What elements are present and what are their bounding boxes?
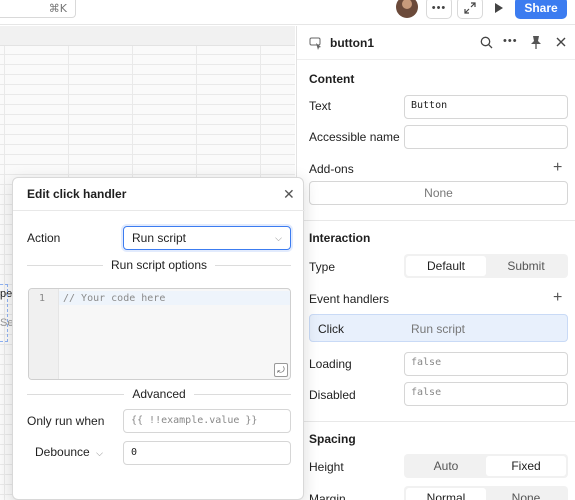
modal-close-icon[interactable]: ✕ (283, 186, 295, 203)
margin-label: Margin (309, 492, 346, 500)
advanced-heading: Advanced (27, 387, 291, 401)
margin-option-none[interactable]: None (486, 488, 566, 500)
addons-label: Add-ons (309, 162, 354, 176)
avatar[interactable] (396, 0, 418, 18)
margin-option-normal[interactable]: Normal (406, 488, 486, 500)
spacing-section-title: Spacing (309, 432, 356, 446)
top-bar: ⌘K ••• Share (0, 0, 575, 25)
chevron-down-icon: ⌵ (96, 448, 103, 458)
content-section-title: Content (309, 72, 355, 86)
debounce-label[interactable]: Debounce ⌵ (35, 445, 103, 459)
height-segmented-control: Auto Fixed (404, 454, 568, 478)
component-name[interactable]: button1 (330, 36, 374, 50)
edit-click-handler-modal: Edit click handler ✕ Action Run script ⌵… (12, 177, 305, 500)
modal-title: Edit click handler (27, 187, 127, 201)
preview-button[interactable] (488, 0, 510, 19)
close-icon[interactable] (556, 37, 566, 47)
type-option-submit[interactable]: Submit (486, 256, 566, 276)
inspector-header: button1 ••• (297, 26, 575, 60)
accessible-name-label: Accessible name (309, 130, 400, 144)
expand-button[interactable] (457, 0, 483, 19)
share-button[interactable]: Share (515, 0, 567, 19)
advanced-text: Advanced (132, 387, 186, 401)
section-divider (297, 421, 575, 422)
type-label: Type (309, 260, 336, 274)
code-editor[interactable]: 1 // Your code here ⤾ (28, 288, 291, 380)
height-option-auto[interactable]: Auto (406, 456, 486, 476)
expand-icon (464, 2, 476, 14)
run-script-options-text: Run script options (110, 258, 208, 272)
interaction-section-title: Interaction (309, 231, 371, 245)
play-icon (495, 3, 503, 13)
more-dots-icon: ••• (431, 2, 447, 14)
disabled-input[interactable]: false (404, 382, 568, 406)
type-segmented-control: Default Submit (404, 254, 568, 278)
event-handler-event: Click (318, 322, 344, 336)
editor-code[interactable]: // Your code here (63, 293, 165, 304)
margin-segmented-control: Normal None (404, 486, 568, 500)
addons-none-box[interactable]: None (309, 181, 568, 205)
only-run-when-label: Only run when (27, 414, 105, 428)
component-cursor-icon (309, 37, 321, 50)
text-label: Text (309, 99, 332, 113)
selection-outline (0, 284, 8, 342)
search-icon[interactable] (480, 36, 493, 49)
accessible-name-input[interactable] (404, 125, 568, 149)
action-select[interactable]: Run script ⌵ (123, 226, 291, 250)
editor-line-number: 1 (39, 293, 46, 304)
action-select-value: Run script (132, 231, 187, 245)
add-addon-plus-icon[interactable]: + (553, 160, 562, 176)
only-run-when-input[interactable]: {{ !!example.value }} (123, 409, 291, 433)
event-handler-row[interactable]: Click Run script (309, 314, 568, 342)
text-input[interactable]: Button (404, 95, 568, 119)
inspector-panel: button1 ••• Content Text Button Accessib… (296, 26, 575, 500)
action-label: Action (27, 231, 61, 245)
disabled-label: Disabled (309, 388, 356, 402)
debounce-label-text: Debounce (35, 445, 90, 459)
more-options-icon[interactable]: ••• (503, 35, 518, 47)
type-option-default[interactable]: Default (406, 256, 486, 276)
format-code-icon[interactable]: ⤾ (274, 363, 288, 377)
run-script-options-heading: Run script options (27, 258, 291, 272)
loading-label: Loading (309, 357, 352, 371)
more-button[interactable]: ••• (426, 0, 452, 19)
pin-icon[interactable] (530, 35, 542, 49)
command-palette-shortcut[interactable]: ⌘K (0, 0, 76, 18)
section-divider (297, 220, 575, 221)
debounce-input[interactable]: 0 (123, 441, 291, 465)
height-option-fixed[interactable]: Fixed (486, 456, 566, 476)
loading-input[interactable]: false (404, 352, 568, 376)
event-handlers-label: Event handlers (309, 292, 390, 306)
event-handler-action: Run script (411, 322, 466, 336)
add-event-handler-plus-icon[interactable]: + (553, 290, 562, 306)
modal-divider (13, 210, 305, 211)
height-label: Height (309, 460, 344, 474)
chevron-down-icon: ⌵ (275, 233, 282, 243)
table-header-strip (0, 26, 295, 46)
